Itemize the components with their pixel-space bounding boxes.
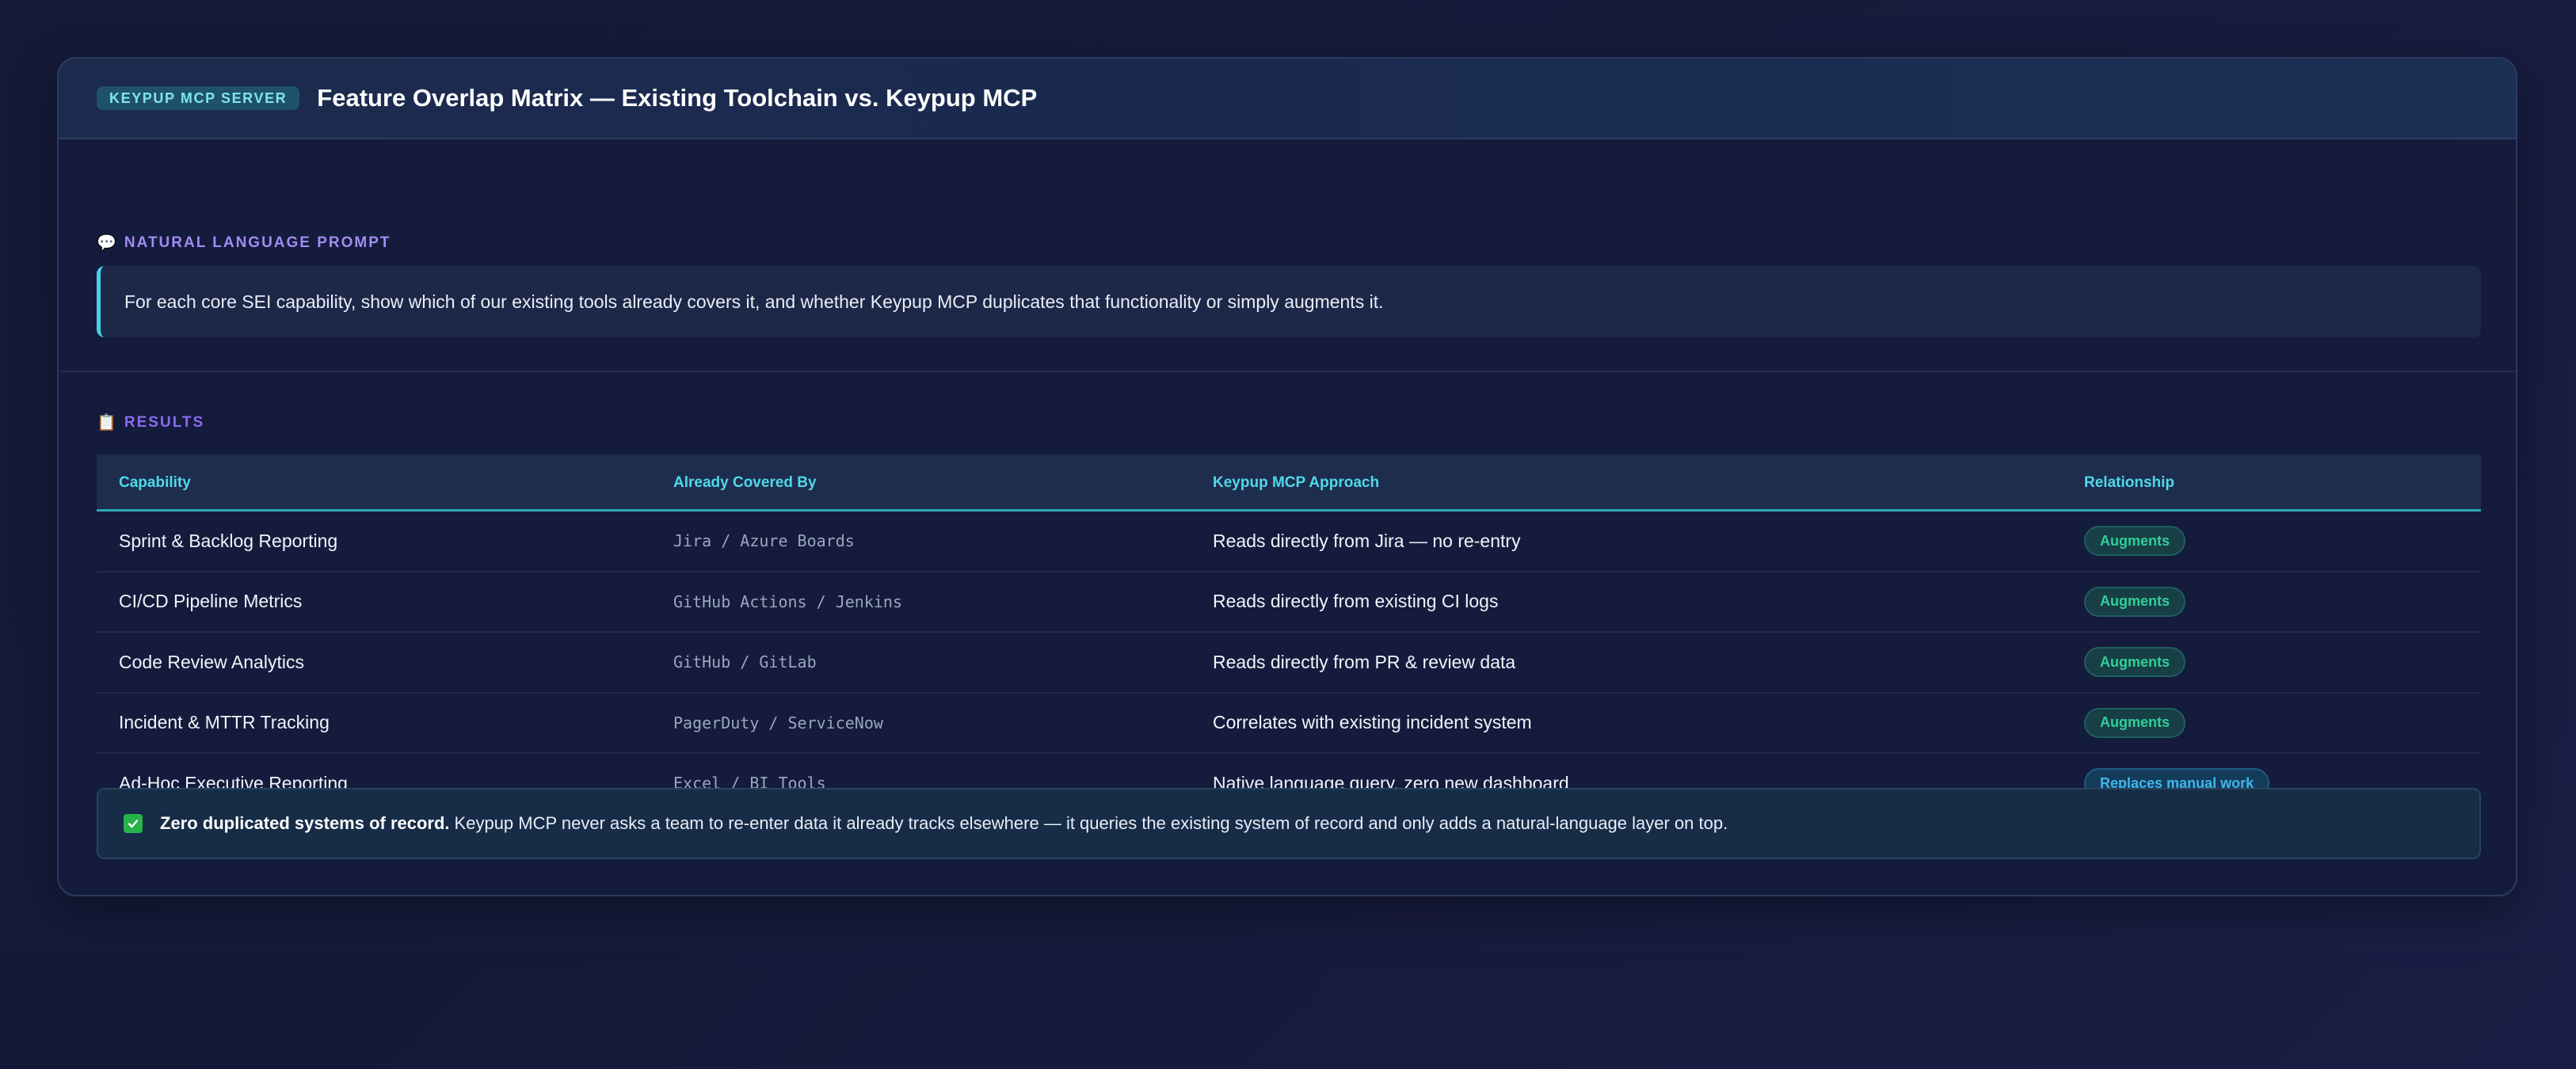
summary-text: Keypup MCP never asks a team to re-enter… <box>454 813 1728 833</box>
results-section-label: 📋 RESULTS <box>97 413 204 432</box>
column-header-capability: Capability <box>119 474 191 491</box>
check-box-icon <box>124 814 143 833</box>
section-divider <box>59 371 2516 372</box>
speech-bubble-icon: 💬 <box>97 234 118 252</box>
prompt-text: For each core SEI capability, show which… <box>124 291 1384 312</box>
table-row: Sprint & Backlog Reporting Jira / Azure … <box>97 512 2481 573</box>
relationship-badge: Augments <box>2084 647 2186 678</box>
column-header-relationship: Relationship <box>2084 474 2175 491</box>
capability-cell: CI/CD Pipeline Metrics <box>119 591 303 612</box>
results-label-text: RESULTS <box>124 413 205 431</box>
approach-cell: Reads directly from existing CI logs <box>1213 591 1499 612</box>
approach-cell: Reads directly from Jira — no re-entry <box>1213 530 1521 551</box>
table-row: Code Review Analytics GitHub / GitLab Re… <box>97 633 2481 694</box>
covered-by-cell: GitHub Actions / Jenkins <box>673 592 902 611</box>
table-row: Incident & MTTR Tracking PagerDuty / Ser… <box>97 694 2481 754</box>
server-badge: KEYPUP MCP SERVER <box>97 86 300 110</box>
prompt-box: For each core SEI capability, show which… <box>97 266 2481 337</box>
covered-by-cell: PagerDuty / ServiceNow <box>673 713 883 732</box>
results-table: Capability Already Covered By Keypup MCP… <box>97 455 2481 815</box>
relationship-cell: Augments <box>2084 512 2186 571</box>
summary-strong: Zero duplicated systems of record. <box>160 813 450 833</box>
table-header: Capability Already Covered By Keypup MCP… <box>97 455 2481 512</box>
relationship-cell: Augments <box>2084 573 2186 632</box>
approach-cell: Correlates with existing incident system <box>1213 712 1532 733</box>
matrix-card: KEYPUP MCP SERVER Feature Overlap Matrix… <box>57 57 2517 896</box>
table-row: CI/CD Pipeline Metrics GitHub Actions / … <box>97 573 2481 633</box>
prompt-section-label: 💬 NATURAL LANGUAGE PROMPT <box>97 233 391 253</box>
relationship-badge: Augments <box>2084 707 2186 738</box>
relationship-cell: Augments <box>2084 694 2186 753</box>
covered-by-cell: Jira / Azure Boards <box>673 531 855 551</box>
relationship-badge: Augments <box>2084 526 2186 557</box>
column-header-approach: Keypup MCP Approach <box>1213 474 1380 491</box>
summary-note: Zero duplicated systems of record. Keypu… <box>97 788 2481 859</box>
relationship-cell: Augments <box>2084 633 2186 692</box>
relationship-badge: Augments <box>2084 586 2186 617</box>
approach-cell: Reads directly from PR & review data <box>1213 651 1516 672</box>
capability-cell: Incident & MTTR Tracking <box>119 712 330 733</box>
prompt-label-text: NATURAL LANGUAGE PROMPT <box>124 234 391 251</box>
card-header: KEYPUP MCP SERVER Feature Overlap Matrix… <box>59 59 2516 139</box>
covered-by-cell: GitHub / GitLab <box>673 652 817 672</box>
page-title: Feature Overlap Matrix — Existing Toolch… <box>317 84 1038 112</box>
clipboard-icon: 📋 <box>97 414 118 432</box>
capability-cell: Sprint & Backlog Reporting <box>119 530 338 551</box>
capability-cell: Code Review Analytics <box>119 651 304 672</box>
column-header-covered-by: Already Covered By <box>673 474 817 491</box>
